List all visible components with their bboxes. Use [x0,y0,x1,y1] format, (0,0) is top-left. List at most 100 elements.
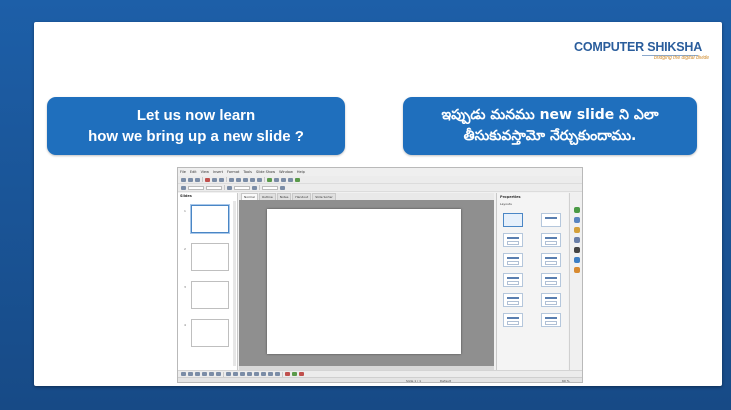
slide-thumbnail[interactable] [191,243,229,271]
menu-format[interactable]: Format [227,170,239,174]
new-icon[interactable] [181,177,186,182]
redo-icon[interactable] [257,177,262,182]
block-arrows-icon[interactable] [254,372,259,376]
layout-title-only[interactable] [541,213,561,227]
rectangle-icon[interactable] [202,372,207,376]
layout-title-content[interactable] [541,233,561,247]
slide-thumbnail[interactable] [191,319,229,347]
tab-slide-sorter[interactable]: Slide Sorter [312,193,336,200]
slide-editor: Normal Outline Notes Handout Slide Sorte… [239,193,494,370]
menu-view[interactable]: View [201,170,209,174]
flowchart-icon[interactable] [261,372,266,376]
callouts-icon[interactable] [268,372,273,376]
slide-show-icon[interactable] [295,177,300,182]
line-width-field[interactable] [188,185,204,190]
properties-panel: Properties Layouts [496,193,568,370]
textbox-icon[interactable] [288,177,293,182]
tab-handout[interactable]: Handout [292,193,312,200]
menu-help[interactable]: Help [297,170,305,174]
layout-title-content[interactable] [503,233,523,247]
animation-icon[interactable] [574,227,580,233]
layout-title-content[interactable] [503,273,523,287]
layout-title-content[interactable] [503,313,523,327]
text-icon[interactable] [216,372,221,376]
undo-icon[interactable] [250,177,255,182]
layout-title-content[interactable] [541,253,561,267]
tab-notes[interactable]: Notes [276,193,292,200]
table-icon[interactable] [267,177,272,182]
menu-file[interactable]: File [180,170,186,174]
english-callout: Let us now learn how we bring up a new s… [47,97,345,155]
spellcheck-icon[interactable] [219,177,224,182]
toolbar-separator [226,177,227,182]
logo-tagline: bridging the digital divide [654,55,710,61]
gallery-icon[interactable] [574,257,580,263]
line-color-field[interactable] [206,185,222,190]
curve-icon[interactable] [226,372,231,376]
open-icon[interactable] [188,177,193,182]
fontwork-icon[interactable] [285,372,290,376]
select-icon[interactable] [181,372,186,376]
menu-insert[interactable]: Insert [213,170,223,174]
insert-table-icon[interactable] [299,372,304,376]
cut-icon[interactable] [229,177,234,182]
symbol-shapes-icon[interactable] [247,372,252,376]
zoom-level[interactable]: 60 % [562,379,570,382]
fill-color-field[interactable] [234,185,250,190]
master-slides-icon[interactable] [574,237,580,243]
toolbar-separator [223,371,224,377]
slide-thumbnail[interactable] [191,281,229,309]
image-icon[interactable] [274,177,279,182]
save-icon[interactable] [195,177,200,182]
slide-page[interactable] [267,209,461,354]
slide-number: 2 [184,247,186,251]
slides-pane-scrollbar[interactable] [233,201,236,366]
computer-shiksha-logo: COMPUTER SHIKSHA bridging the digital di… [574,40,710,64]
transform-icon[interactable] [280,185,285,190]
telugu-callout-line-2: తీసుకువస్తామో నేర్చుకుందాము. [463,128,637,144]
ellipse-icon[interactable] [209,372,214,376]
layout-title-content[interactable] [503,253,523,267]
slide-thumbnail[interactable] [191,205,229,233]
layout-title-content[interactable] [503,293,523,307]
tab-normal[interactable]: Normal [241,193,258,200]
slide-transition-icon[interactable] [574,217,580,223]
line-icon[interactable] [188,372,193,376]
line-style-icon[interactable] [181,185,186,190]
slide-count: Slide 1 / 1 [406,379,422,383]
arrow-icon[interactable] [195,372,200,376]
layout-title-content[interactable] [541,313,561,327]
styles-icon[interactable] [574,247,580,253]
fill-style-field[interactable] [262,185,278,190]
english-callout-line-1: Let us now learn [136,107,256,124]
paste-icon[interactable] [243,177,248,182]
layout-title-content[interactable] [541,293,561,307]
slide-number: 1 [184,209,186,213]
navigator-icon[interactable] [574,267,580,273]
toolbar-separator [264,177,265,182]
menu-slide-show[interactable]: Slide Show [256,170,275,174]
layout-blank[interactable] [503,213,523,227]
shadow-icon[interactable] [252,185,257,190]
basic-shapes-icon[interactable] [240,372,245,376]
status-bar: Slide 1 / 1 Default 60 % [178,377,582,383]
properties-deck-icon[interactable] [574,207,580,213]
menu-edit[interactable]: Edit [190,170,197,174]
layout-title-content[interactable] [541,273,561,287]
insert-image-icon[interactable] [292,372,297,376]
export-pdf-icon[interactable] [205,177,210,182]
menu-tools[interactable]: Tools [243,170,252,174]
layouts-label: Layouts [500,202,512,206]
view-tabs: Normal Outline Notes Handout Slide Sorte… [239,193,494,200]
copy-icon[interactable] [236,177,241,182]
connector-icon[interactable] [233,372,238,376]
stars-icon[interactable] [275,372,280,376]
toolbar-separator [224,185,225,190]
slide-number: 3 [184,285,186,289]
area-fill-icon[interactable] [227,185,232,190]
menu-window[interactable]: Window [279,170,293,174]
print-icon[interactable] [212,177,217,182]
line-fill-toolbar [178,184,582,192]
chart-icon[interactable] [281,177,286,182]
tab-outline[interactable]: Outline [258,193,276,200]
